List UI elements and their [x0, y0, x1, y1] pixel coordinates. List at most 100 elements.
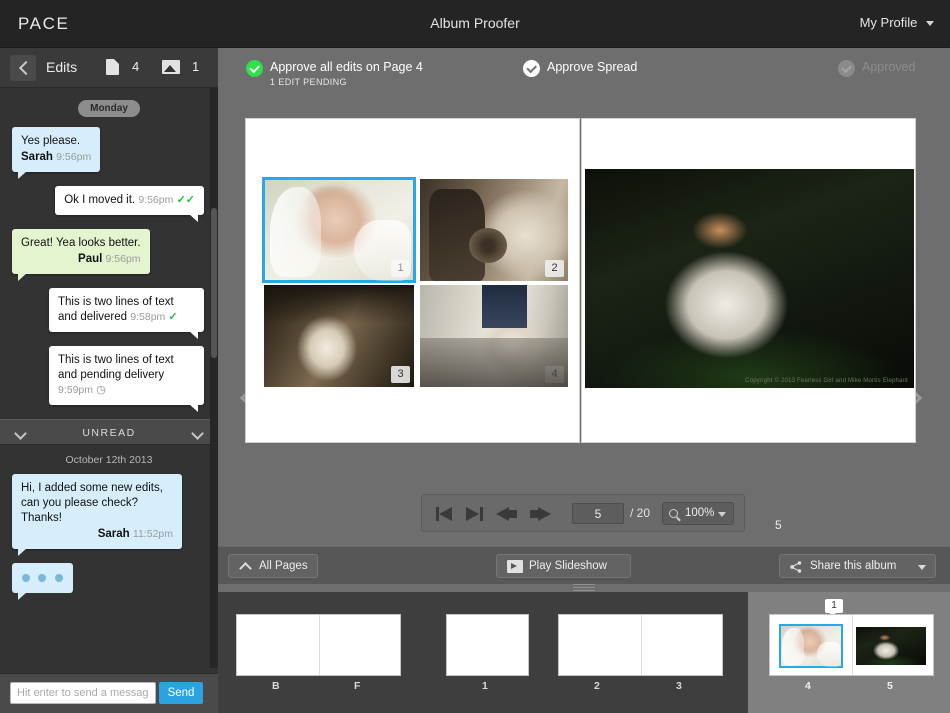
chat-message: Yes please. Sarah 9:56pm: [0, 127, 218, 179]
share-album-label: Share this album: [810, 560, 897, 572]
resize-handle[interactable]: [573, 584, 595, 592]
page-title: Album Proofer: [430, 15, 520, 31]
message-time: 9:56pm: [105, 253, 141, 265]
chat-message-unread: Hi, I added some new edits, can you plea…: [0, 474, 218, 556]
scrollbar-thumb[interactable]: [211, 208, 217, 358]
day-divider: Monday: [78, 100, 140, 117]
thumbnail-photo[interactable]: [856, 627, 926, 665]
bottom-toolbar: All Pages Play Slideshow Share this albu…: [218, 546, 950, 584]
filmstrip-spread[interactable]: 2 3: [558, 614, 723, 692]
chevron-up-icon: [239, 562, 252, 575]
filmstrip-spread[interactable]: 1: [446, 614, 529, 692]
typing-dot: [38, 574, 47, 582]
previous-page-button[interactable]: [496, 504, 520, 524]
filmstrip-spread-selected[interactable]: 1 4 5: [769, 599, 934, 692]
message-time: 11:52pm: [132, 528, 173, 540]
message-time: 9:59pm: [58, 384, 94, 396]
message-author: Paul: [78, 253, 103, 265]
album-proofer-app: PACE Album Proofer My Profile Edits 4 1 …: [0, 0, 950, 713]
sidebar-scrollbar[interactable]: [210, 88, 218, 668]
photo-badge: 3: [391, 366, 410, 383]
bubble-tail: [189, 331, 198, 339]
album-page-left: 1 2 3 4: [245, 118, 580, 443]
bubble-tail: [18, 592, 27, 600]
pending-icon: ◷: [96, 384, 106, 396]
my-profile-label: My Profile: [859, 15, 918, 30]
delivered-icon: ✓: [168, 311, 178, 323]
check-circle-icon: [838, 60, 855, 77]
chevron-down-icon: [926, 21, 934, 27]
edits-header: Edits 4 1: [0, 48, 218, 88]
photo-slot[interactable]: 1: [262, 177, 416, 283]
message-text: Yes please.: [21, 135, 81, 147]
spread-page-label: B: [272, 680, 280, 692]
page-navigation: / 20 100%: [421, 494, 745, 532]
photo-badge: 4: [545, 366, 564, 383]
last-page-button[interactable]: [466, 504, 490, 524]
first-page-button[interactable]: [436, 504, 460, 524]
spread-page-label: 4: [805, 680, 811, 692]
unread-divider[interactable]: UNREAD: [0, 419, 218, 445]
typing-indicator: [12, 563, 73, 600]
album-spread: 1 2 3 4 Copyright © 2013 Fearless Girl a…: [245, 118, 917, 532]
chat-message: Ok I moved it. 9:56pm ✓✓: [0, 186, 218, 222]
document-count: 4: [132, 59, 140, 74]
photo-badge: 1: [391, 260, 410, 277]
my-profile-menu[interactable]: My Profile: [860, 15, 934, 30]
bubble-tail: [18, 273, 27, 281]
page-number-right: 5: [775, 518, 782, 532]
zoom-value: 100%: [685, 507, 715, 519]
spread-page-label: F: [354, 680, 361, 692]
approve-spread-label: Approve Spread: [547, 60, 638, 74]
unread-label: UNREAD: [82, 427, 136, 439]
chat-sidebar: Edits 4 1 Monday Yes please. Sarah 9:56p…: [0, 48, 218, 713]
chat-message-list[interactable]: Monday Yes please. Sarah 9:56pm Ok I mov…: [0, 88, 218, 668]
read-receipt-icon: ✓✓: [176, 194, 195, 206]
message-text: Ok I moved it.: [64, 194, 136, 206]
typing-dot: [22, 574, 30, 582]
approval-toolbar: Approve all edits on Page 4 1 EDIT PENDI…: [218, 48, 950, 102]
date-divider: October 12th 2013: [65, 454, 153, 466]
message-text: This is two lines of text and pending de…: [58, 354, 174, 381]
filmstrip-spread[interactable]: B F: [236, 614, 401, 692]
share-album-button[interactable]: Share this album: [779, 554, 936, 578]
next-page-button[interactable]: [528, 504, 552, 524]
message-time: 9:56pm: [138, 194, 174, 206]
all-pages-label: All Pages: [259, 560, 308, 572]
filmstrip: B F 1 2 3 1 4 5: [218, 592, 950, 713]
page-number-input[interactable]: [572, 503, 624, 524]
all-pages-button[interactable]: All Pages: [228, 554, 318, 578]
magnifier-icon: [669, 509, 678, 518]
bubble-tail: [189, 404, 198, 412]
thumbnail-photo[interactable]: [779, 624, 843, 668]
film-icon: [507, 560, 523, 573]
chevron-down-icon: [918, 565, 926, 570]
edits-pending-label: 1 EDIT PENDING: [270, 77, 347, 87]
spread-page-label: 5: [887, 680, 893, 692]
message-input[interactable]: [10, 682, 156, 704]
message-text: Hi, I added some new edits, can you plea…: [21, 482, 163, 524]
image-icon: [162, 60, 180, 74]
photo-slot[interactable]: 4: [420, 285, 568, 387]
photo-slot[interactable]: 3: [264, 285, 414, 387]
share-icon: [790, 561, 802, 573]
message-time: 9:58pm: [130, 311, 166, 323]
pending-edits-badge: 1: [825, 599, 843, 618]
document-icon: [106, 59, 119, 75]
typing-dot: [54, 574, 63, 582]
edits-title: Edits: [46, 59, 78, 75]
chat-message: Great! Yea looks better. Paul 9:56pm: [0, 229, 218, 281]
photo-slot[interactable]: 2: [420, 179, 568, 281]
bubble-tail: [189, 214, 198, 222]
chat-message: This is two lines of text and pending de…: [0, 346, 218, 412]
chat-message: This is two lines of text and delivered …: [0, 288, 218, 339]
message-text: Great! Yea looks better.: [21, 237, 141, 249]
zoom-select[interactable]: 100%: [662, 502, 734, 525]
chevron-down-icon: [718, 512, 726, 517]
bubble-tail: [18, 171, 27, 179]
back-button[interactable]: [10, 55, 36, 81]
play-slideshow-button[interactable]: Play Slideshow: [496, 554, 631, 578]
bubble-tail: [18, 548, 27, 556]
send-button[interactable]: Send: [159, 682, 203, 704]
photo-slot[interactable]: Copyright © 2013 Fearless Girl and Mike …: [585, 169, 914, 388]
